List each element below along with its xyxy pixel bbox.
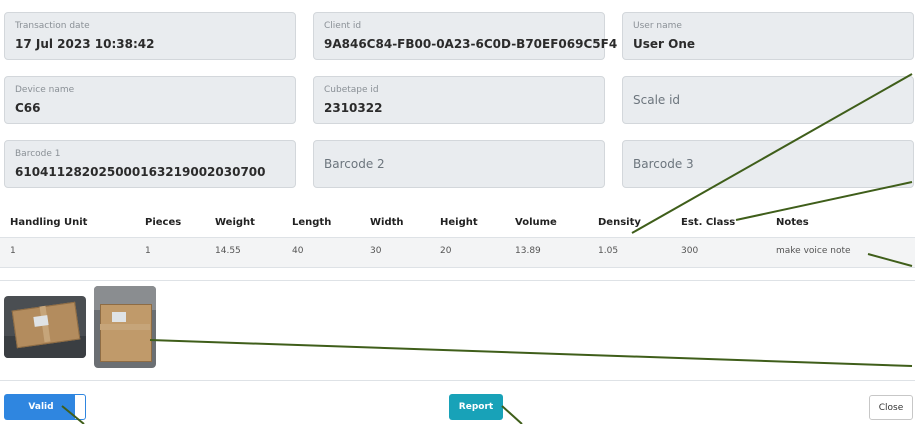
header-est-class: Est. Class	[681, 217, 736, 228]
photo-box	[100, 304, 152, 362]
transaction-date-value: 17 Jul 2023 10:38:42	[15, 37, 155, 51]
transaction-date-label: Transaction date	[15, 21, 90, 31]
barcode1-field[interactable]: Barcode 1 610411282025000163219002030700	[4, 140, 296, 188]
device-name-label: Device name	[15, 85, 75, 95]
header-length: Length	[292, 217, 332, 228]
footer-divider	[0, 380, 915, 381]
barcode1-label: Barcode 1	[15, 149, 61, 159]
header-height: Height	[440, 217, 478, 228]
barcode3-placeholder: Barcode 3	[633, 157, 694, 171]
annotation-line-photo	[149, 339, 913, 367]
header-density: Density	[598, 217, 641, 228]
box-photo-2[interactable]	[94, 286, 156, 368]
cell-weight: 14.55	[215, 246, 241, 256]
cell-length: 40	[292, 246, 304, 256]
scale-id-placeholder: Scale id	[633, 93, 681, 107]
close-button[interactable]: Close	[869, 395, 913, 420]
header-notes: Notes	[776, 217, 809, 228]
device-name-value: C66	[15, 101, 41, 115]
user-name-value: User One	[633, 37, 696, 51]
client-id-value: 9A846C84-FB00-0A23-6C0D-B70EF069C5F4	[324, 37, 618, 51]
barcode2-placeholder: Barcode 2	[324, 157, 385, 171]
cell-notes: make voice note	[776, 246, 851, 256]
annotation-line-report	[501, 405, 523, 424]
user-name-field[interactable]: User name User One	[622, 12, 914, 60]
cell-handling-unit: 1	[10, 246, 16, 256]
photo-label	[33, 315, 49, 327]
cell-density: 1.05	[598, 246, 619, 256]
client-id-field[interactable]: Client id 9A846C84-FB00-0A23-6C0D-B70EF0…	[313, 12, 617, 60]
barcode2-field[interactable]: Barcode 2	[313, 140, 605, 188]
valid-button[interactable]: Valid	[4, 394, 78, 420]
valid-toggle[interactable]	[74, 394, 86, 420]
barcode3-field[interactable]: Barcode 3	[622, 140, 914, 188]
cubetape-id-value: 2310322	[324, 101, 383, 115]
device-name-field[interactable]: Device name C66	[4, 76, 296, 124]
barcode1-value: 610411282025000163219002030700	[15, 165, 266, 179]
header-handling-unit: Handling Unit	[10, 217, 88, 228]
cell-height: 20	[440, 246, 452, 256]
client-id-label: Client id	[324, 21, 362, 31]
header-pieces: Pieces	[145, 217, 182, 228]
divider	[0, 280, 915, 281]
cell-volume: 13.89	[515, 246, 541, 256]
transaction-date-field[interactable]: Transaction date 17 Jul 2023 10:38:42	[4, 12, 296, 60]
header-width: Width	[370, 217, 404, 228]
report-button[interactable]: Report	[449, 394, 503, 420]
scale-id-field[interactable]: Scale id	[622, 76, 914, 124]
cell-pieces: 1	[145, 246, 151, 256]
cubetape-id-field[interactable]: Cubetape id 2310322	[313, 76, 605, 124]
header-volume: Volume	[515, 217, 557, 228]
cubetape-id-label: Cubetape id	[324, 85, 379, 95]
box-photo-1[interactable]	[4, 296, 86, 358]
photo-label	[112, 312, 126, 322]
cell-width: 30	[370, 246, 382, 256]
header-weight: Weight	[215, 217, 255, 228]
user-name-label: User name	[633, 21, 682, 31]
cell-est-class: 300	[681, 246, 699, 256]
photo-tape	[100, 324, 150, 330]
